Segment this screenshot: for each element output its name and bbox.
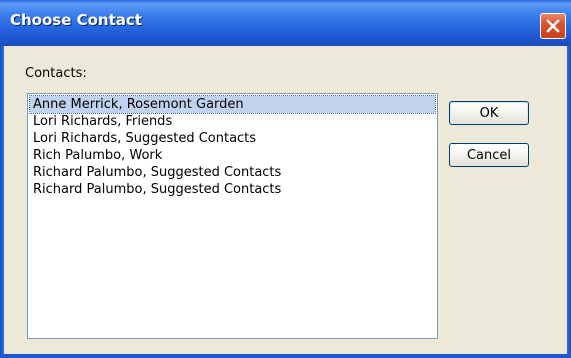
contacts-label: Contacts: — [25, 66, 87, 81]
list-item[interactable]: Rich Palumbo, Work — [30, 147, 435, 164]
title-bar[interactable]: Choose Contact — [0, 0, 571, 46]
list-item[interactable]: Richard Palumbo, Suggested Contacts — [30, 164, 435, 181]
list-item[interactable]: Lori Richards, Friends — [30, 113, 435, 130]
list-item[interactable]: Lori Richards, Suggested Contacts — [30, 130, 435, 147]
list-item[interactable]: Richard Palumbo, Suggested Contacts — [30, 181, 435, 198]
close-icon — [546, 19, 560, 33]
window-frame-left — [0, 46, 4, 358]
cancel-button[interactable]: Cancel — [449, 143, 529, 167]
window-frame-right — [567, 46, 571, 358]
window-title: Choose Contact — [10, 11, 142, 29]
list-item[interactable]: Anne Merrick, Rosemont Garden — [29, 95, 436, 114]
choose-contact-dialog: Choose Contact Contacts: Anne Merrick, R… — [0, 0, 571, 358]
close-button[interactable] — [540, 13, 566, 39]
contacts-listbox[interactable]: Anne Merrick, Rosemont Garden Lori Richa… — [27, 93, 438, 339]
window-frame-bottom — [0, 354, 571, 358]
ok-button[interactable]: OK — [449, 101, 529, 125]
